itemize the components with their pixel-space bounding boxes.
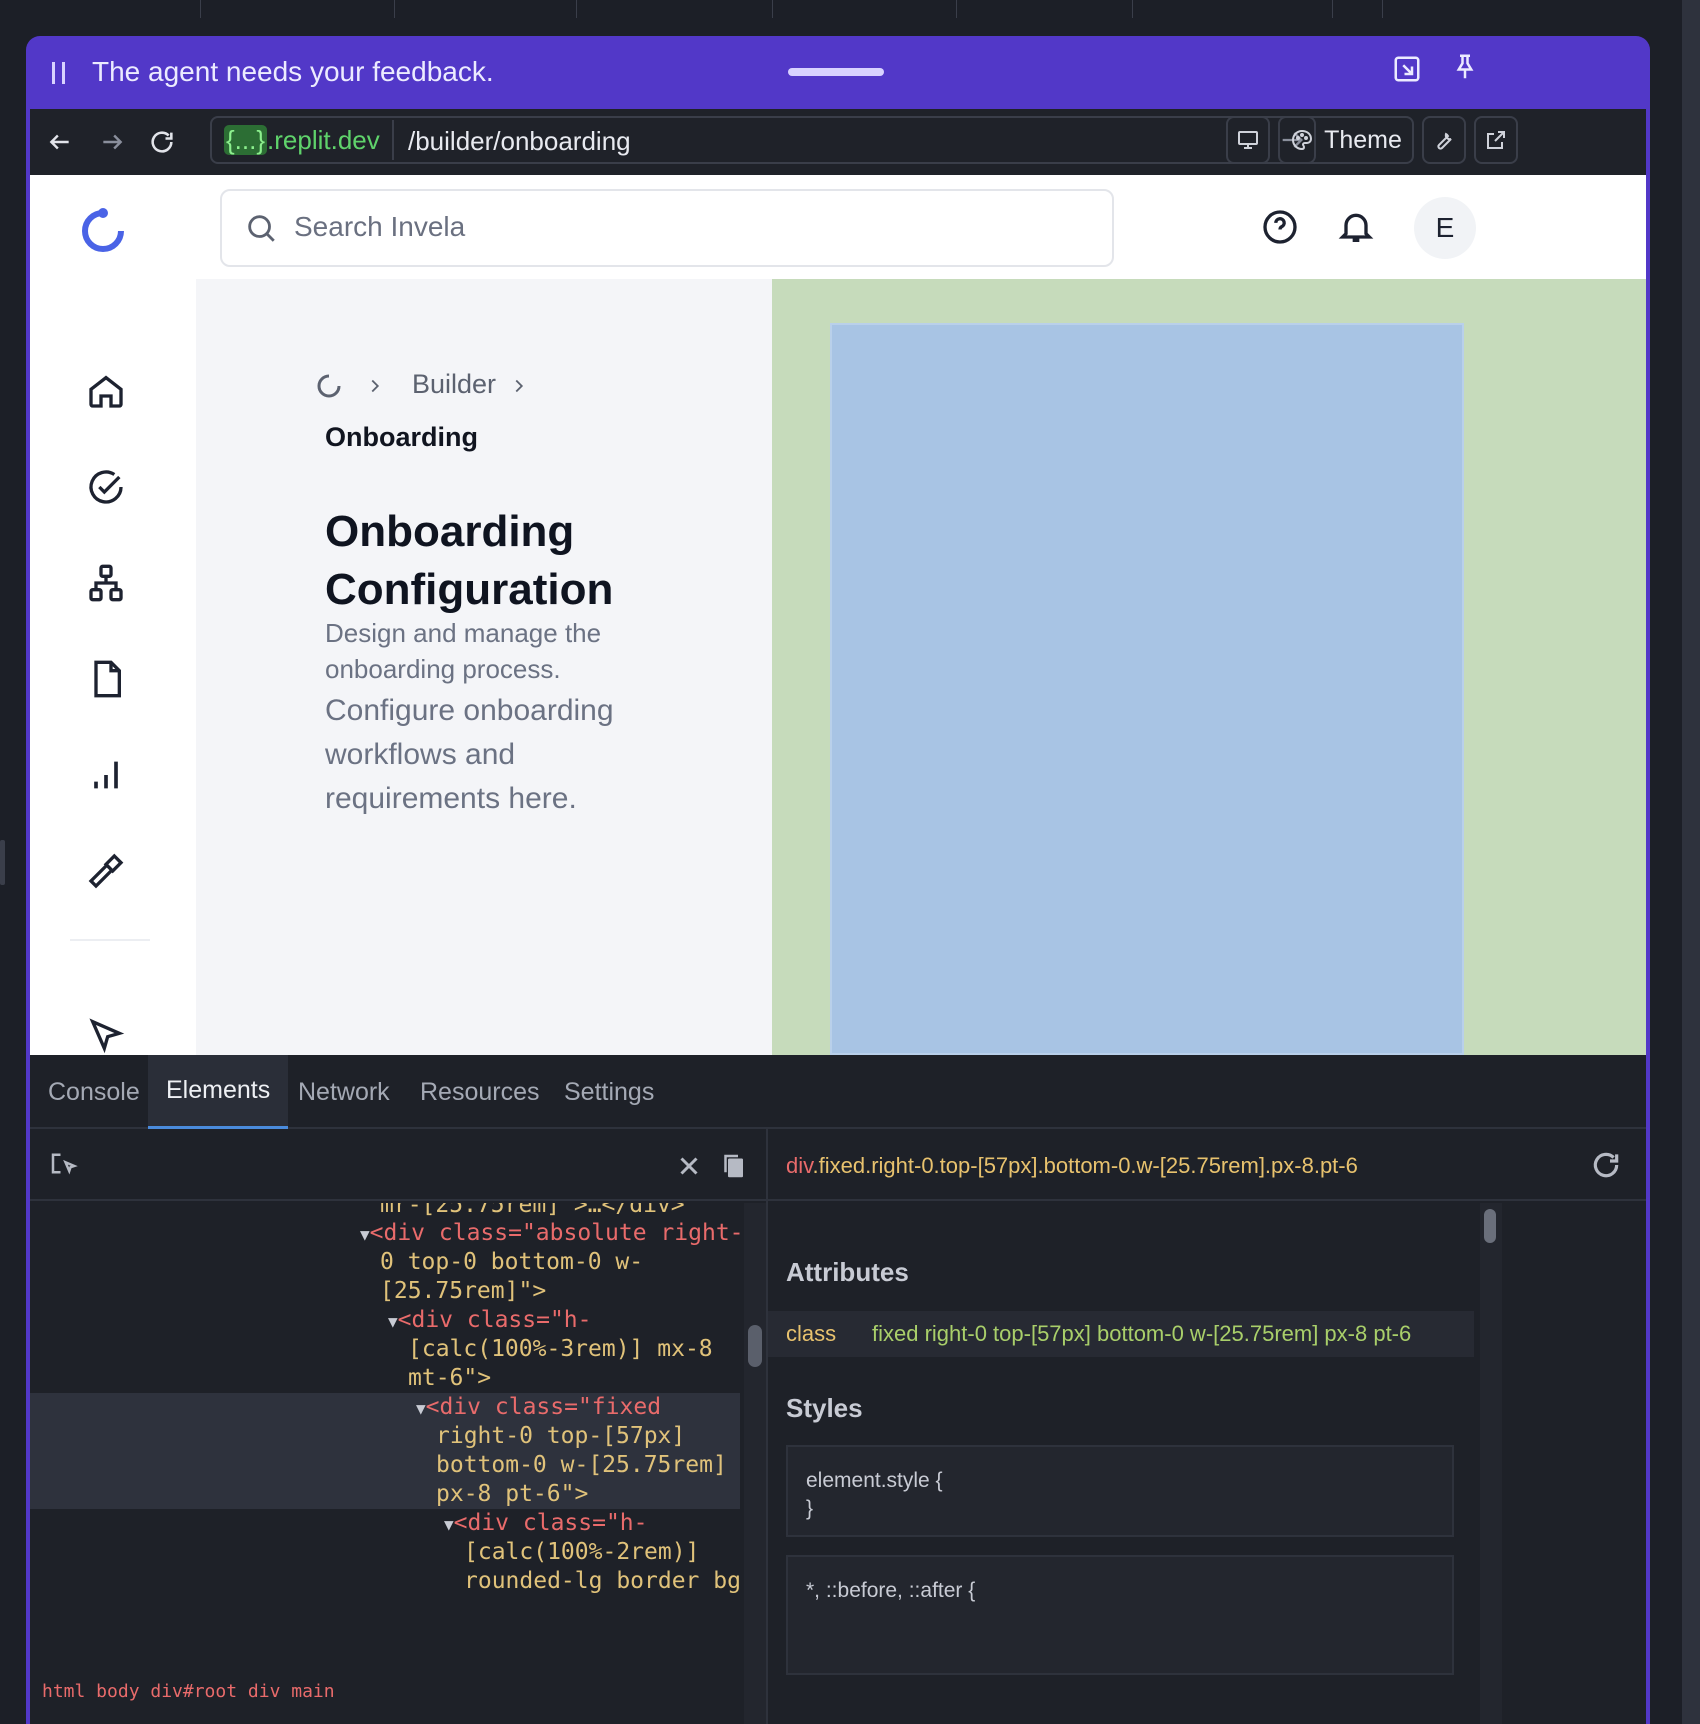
elements-toolbar <box>30 1129 766 1201</box>
preview-panel-inner <box>830 323 1464 1055</box>
style-close: } <box>806 1497 814 1520</box>
tree-line-selected[interactable]: px-8 pt-6"> <box>436 1480 588 1509</box>
dom-tree-scrollbar[interactable] <box>744 1203 766 1724</box>
tree-line[interactable]: rounded-lg border bg- <box>464 1567 740 1596</box>
check-circle-icon[interactable] <box>86 467 126 507</box>
forward-icon[interactable] <box>90 121 134 163</box>
tab-elements[interactable]: Elements <box>148 1055 289 1129</box>
main-content: Builder Onboarding Onboarding Configurat… <box>196 279 772 1055</box>
style-rule[interactable]: *, ::before, ::after { <box>786 1555 1454 1675</box>
chevron-right-icon <box>515 379 524 393</box>
wrench-icon <box>1437 132 1452 150</box>
cursor-icon[interactable] <box>86 1015 126 1055</box>
styles-heading: Styles <box>768 1375 1474 1445</box>
tree-line[interactable]: 0 top-0 bottom-0 w- <box>380 1248 643 1277</box>
devtools-button[interactable] <box>1422 116 1466 164</box>
style-selector: *, ::before, ::after { <box>806 1579 976 1602</box>
copy-icon[interactable] <box>718 1151 748 1181</box>
hammer-icon[interactable] <box>86 851 126 891</box>
tree-line[interactable]: mt-6"> <box>408 1364 491 1393</box>
attribute-name: class <box>786 1321 837 1346</box>
bar-chart-icon[interactable] <box>86 755 126 795</box>
tree-line[interactable]: ▼<div class="h- <box>444 1509 648 1539</box>
feedback-banner: The agent needs your feedback. <box>26 36 1650 109</box>
search-bar[interactable]: Search Invela <box>220 189 1114 267</box>
tab-settings[interactable]: Settings <box>546 1055 672 1129</box>
tree-line-selected[interactable]: bottom-0 w-[25.75rem] <box>436 1451 727 1480</box>
breadcrumb-current: Onboarding <box>325 422 478 452</box>
monitor-icon <box>1238 131 1258 149</box>
bell-icon[interactable] <box>1336 207 1376 247</box>
style-rule[interactable]: element.style { } <box>786 1445 1454 1537</box>
attributes-heading: Attributes <box>768 1239 1474 1309</box>
device-preview-button[interactable] <box>1226 116 1270 164</box>
tree-line[interactable]: [calc(100%-2rem)] <box>464 1538 699 1567</box>
app-viewport: Search Invela E Builder Onboarding Onboa… <box>30 175 1646 1055</box>
page-title: Onboarding Configuration <box>325 507 614 614</box>
refresh-icon[interactable] <box>1590 1149 1622 1181</box>
tab-network[interactable]: Network <box>280 1055 408 1129</box>
breadcrumb-home-icon[interactable] <box>314 371 344 401</box>
network-icon[interactable] <box>86 563 126 603</box>
pause-icon[interactable] <box>50 60 68 86</box>
tree-line[interactable]: [calc(100%-3rem)] mx-8 <box>408 1335 713 1364</box>
inspector-scrollbar[interactable] <box>1480 1203 1502 1724</box>
browser-tab-strip <box>0 0 1670 18</box>
element-selector: div.fixed.right-0.top-[57px].bottom-0.w-… <box>786 1153 1358 1178</box>
address-field[interactable]: {...}.replit.dev /builder/onboarding <box>210 116 1316 164</box>
window-right-rail <box>1670 0 1700 1724</box>
attribute-value[interactable]: fixed right-0 top-[57px] bottom-0 w-[25.… <box>872 1321 1411 1347</box>
devtools-tabs: Console Elements Network Resources Setti… <box>30 1055 1646 1129</box>
tree-line-selected[interactable]: right-0 top-[57px] <box>436 1422 685 1451</box>
dom-path: html body div#root div main <box>42 1681 335 1702</box>
search-input[interactable]: Search Invela <box>294 211 465 243</box>
collapse-icon[interactable] <box>1392 54 1422 84</box>
invela-logo-icon[interactable] <box>77 205 129 257</box>
tab-console[interactable]: Console <box>30 1055 158 1129</box>
tree-line-selected[interactable]: ▼<div class="fixed <box>416 1393 661 1423</box>
host-chip: {...}.replit.dev <box>224 125 380 155</box>
inspector-panel: Attributes class fixed right-0 top-[57px… <box>768 1203 1474 1724</box>
feedback-message: The agent needs your feedback. <box>92 56 494 87</box>
tab-resources[interactable]: Resources <box>402 1055 558 1129</box>
open-new-tab-button[interactable] <box>1474 116 1518 164</box>
chevron-right-icon <box>371 379 380 393</box>
pin-icon[interactable] <box>1450 52 1480 82</box>
style-selector: element.style { <box>806 1469 943 1492</box>
url-path: /builder/onboarding <box>408 126 631 156</box>
tree-line[interactable]: ▼<div class="h- <box>388 1306 592 1336</box>
external-link-icon <box>1487 131 1505 149</box>
back-icon[interactable] <box>38 121 82 163</box>
palette-icon <box>1292 129 1313 151</box>
resize-handle[interactable] <box>0 840 5 885</box>
theme-button[interactable]: Theme <box>1278 116 1414 164</box>
url-bar: {...}.replit.dev /builder/onboarding The… <box>30 109 1646 175</box>
webview-frame: The agent needs your feedback. {...}.rep… <box>26 36 1650 1724</box>
dom-tree: mr-[25.75rem]">…</div> ▼<div class="abso… <box>30 1203 740 1724</box>
tree-line[interactable]: ▼<div class="absolute right- <box>360 1219 740 1249</box>
selected-element-bar: div.fixed.right-0.top-[57px].bottom-0.w-… <box>768 1129 1646 1201</box>
avatar[interactable]: E <box>1414 197 1476 259</box>
search-icon <box>248 215 275 242</box>
tree-line[interactable]: mr-[25.75rem]">…</div> <box>380 1203 685 1220</box>
banner-drag-handle[interactable] <box>788 68 884 76</box>
preview-panel-outer <box>772 279 1646 1055</box>
file-icon[interactable] <box>86 659 126 699</box>
close-icon[interactable] <box>674 1151 704 1181</box>
tree-line[interactable]: [25.75rem]"> <box>380 1277 546 1306</box>
sidebar-divider <box>70 939 150 941</box>
breadcrumb-builder[interactable]: Builder <box>412 369 496 400</box>
devtools-panel: Console Elements Network Resources Setti… <box>30 1055 1646 1724</box>
page-description: Configure onboarding workflows and requi… <box>325 694 614 815</box>
reload-icon[interactable] <box>140 121 184 163</box>
help-circle-icon[interactable] <box>1260 207 1300 247</box>
attribute-row[interactable]: class fixed right-0 top-[57px] bottom-0 … <box>768 1311 1474 1357</box>
home-icon[interactable] <box>86 371 126 411</box>
inspect-element-icon[interactable] <box>48 1151 78 1181</box>
page-subtitle: Design and manage the onboarding process… <box>325 618 602 684</box>
